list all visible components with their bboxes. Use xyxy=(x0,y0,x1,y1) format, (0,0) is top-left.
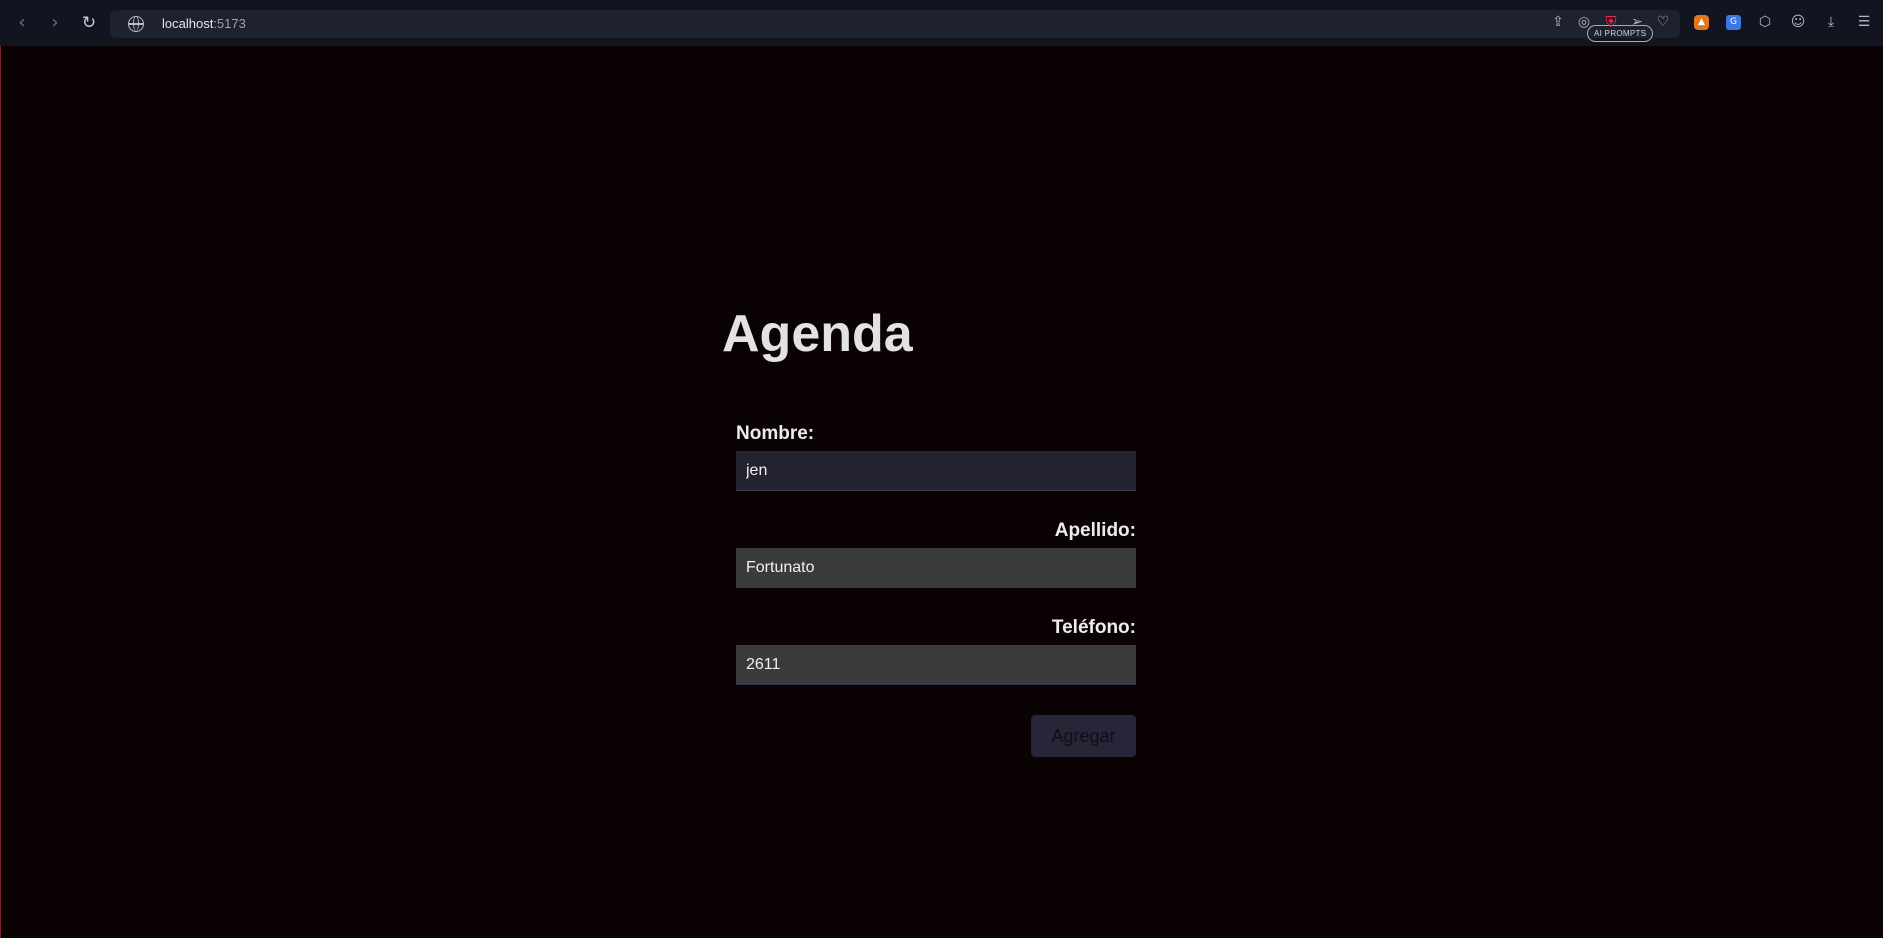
agregar-button[interactable]: Agregar xyxy=(1031,715,1136,757)
nombre-input[interactable] xyxy=(736,451,1136,491)
telefono-input[interactable] xyxy=(736,645,1136,685)
profile-icon[interactable]: ☺ xyxy=(1789,13,1807,31)
share-icon[interactable]: ⇪ xyxy=(1549,13,1567,31)
camera-icon[interactable]: ◎ xyxy=(1575,13,1593,31)
heart-icon[interactable]: ♡ xyxy=(1654,13,1672,31)
url-port: :5173 xyxy=(213,16,246,31)
translate-icon[interactable]: G xyxy=(1726,15,1741,30)
address-bar[interactable]: localhost:5173 AI PROMPTS xyxy=(110,10,1680,42)
url-text[interactable]: localhost:5173 xyxy=(162,16,246,31)
send-icon[interactable]: ➢ xyxy=(1628,13,1646,31)
browser-toolbar: ‹ › ↻ localhost:5173 AI PROMPTS ⇪ ◎ ⛨ ➢ … xyxy=(0,0,1883,46)
left-accent-line xyxy=(0,0,1,938)
back-icon[interactable]: ‹ xyxy=(10,11,34,35)
forward-icon[interactable]: › xyxy=(43,11,67,35)
nombre-label: Nombre: xyxy=(736,423,815,444)
telefono-label: Teléfono: xyxy=(1051,617,1136,638)
metamask-fox-icon[interactable]: ▲ xyxy=(1694,15,1709,30)
download-icon[interactable]: ⤓ xyxy=(1822,13,1840,31)
globe-icon xyxy=(128,16,144,32)
apellido-label: Apellido: xyxy=(1054,520,1136,541)
page-title: Agenda xyxy=(722,305,913,363)
menu-icon[interactable]: ☰ xyxy=(1855,13,1873,31)
shield-icon[interactable]: ⛨ xyxy=(1602,13,1620,31)
apellido-input[interactable] xyxy=(736,548,1136,588)
cube-icon[interactable]: ⬡ xyxy=(1756,13,1774,31)
url-host: localhost xyxy=(162,16,214,31)
reload-icon[interactable]: ↻ xyxy=(77,11,101,35)
